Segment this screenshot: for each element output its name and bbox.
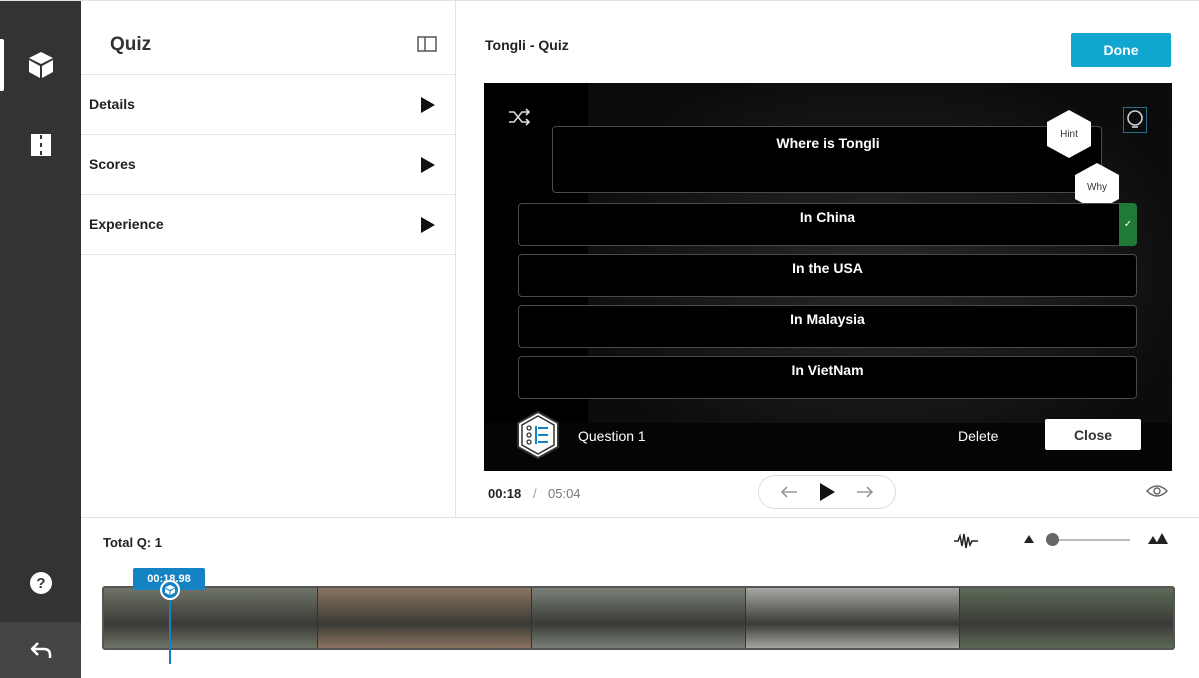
zoom-out-icon[interactable]: [1023, 534, 1035, 544]
rail-item-chapters[interactable]: [0, 115, 81, 175]
playback-controls: [758, 475, 896, 509]
answer-text: In China: [799, 209, 856, 225]
cube-icon: [28, 52, 53, 78]
answer-option[interactable]: In Malaysia: [518, 305, 1137, 348]
answer-text: In Malaysia: [790, 311, 865, 327]
panel-toggle-icon[interactable]: [417, 36, 437, 52]
panel-row-label: Experience: [89, 216, 164, 232]
previous-arrow-icon[interactable]: [779, 485, 799, 499]
playhead-line[interactable]: [169, 590, 171, 664]
total-questions-label: Total Q: 1: [103, 535, 162, 550]
play-icon[interactable]: [818, 482, 836, 502]
undo-arrow-icon: [30, 642, 51, 658]
left-rail: ?: [0, 1, 81, 678]
timeline-panel: Total Q: 1 00:18.98: [81, 517, 1199, 678]
thumbnail-frame: [745, 588, 959, 648]
answer-option[interactable]: In the USA: [518, 254, 1137, 297]
question-text: Where is Tongli: [776, 135, 880, 151]
rail-item-interactions[interactable]: [0, 35, 81, 95]
document-title: Tongli - Quiz: [485, 37, 569, 53]
rail-item-help[interactable]: ?: [0, 553, 81, 613]
chapters-icon: [30, 134, 51, 156]
question-number-label: Question 1: [578, 428, 646, 444]
panel-row-label: Scores: [89, 156, 136, 172]
answer-text: In VietNam: [791, 362, 864, 378]
time-separator: /: [533, 486, 537, 501]
current-time: 00:18: [488, 486, 522, 501]
done-button[interactable]: Done: [1071, 33, 1171, 67]
zoom-slider[interactable]: [1046, 533, 1130, 546]
panel-header: Quiz: [81, 1, 455, 75]
expand-arrow-icon: [421, 157, 435, 173]
panel-row-details[interactable]: Details: [81, 75, 455, 135]
cube-icon: [165, 585, 175, 595]
next-arrow-icon[interactable]: [855, 485, 875, 499]
question-list-icon: [517, 411, 559, 459]
panel-row-experience[interactable]: Experience: [81, 195, 455, 255]
zoom-in-icon[interactable]: [1147, 532, 1169, 546]
main-area: Tongli - Quiz Done Where is Tongli Hint …: [456, 1, 1199, 517]
preview-eye-icon[interactable]: [1146, 483, 1168, 499]
panel-title: Quiz: [110, 34, 152, 55]
panel-row-scores[interactable]: Scores: [81, 135, 455, 195]
thumbnail-frame: [531, 588, 745, 648]
app-window: ? Quiz Details Scores Experience Tongli …: [0, 0, 1199, 678]
thumbnail-frame: [959, 588, 1173, 648]
back-button[interactable]: [0, 622, 81, 678]
svg-text:?: ?: [36, 575, 45, 592]
waveform-icon[interactable]: [953, 532, 979, 550]
thumbnail-frame: [317, 588, 531, 648]
expand-arrow-icon: [421, 97, 435, 113]
panel-row-label: Details: [89, 96, 135, 112]
answer-text: In the USA: [792, 260, 863, 276]
answer-option[interactable]: In VietNam: [518, 356, 1137, 399]
video-thumbnail-strip[interactable]: [102, 586, 1175, 650]
delete-button[interactable]: Delete: [958, 428, 998, 444]
correct-check-icon[interactable]: ✓: [1119, 203, 1137, 246]
lightbulb-icon[interactable]: [1123, 107, 1147, 133]
answer-option[interactable]: In China ✓: [518, 203, 1137, 246]
video-stage: Where is Tongli Hint Why In China ✓ In t…: [484, 83, 1172, 471]
zoom-slider-knob[interactable]: [1046, 533, 1059, 546]
help-icon: ?: [29, 572, 52, 594]
total-time: 05:04: [548, 486, 581, 501]
quiz-marker-cube-icon[interactable]: [160, 580, 180, 600]
close-button[interactable]: Close: [1045, 419, 1141, 450]
thumbnail-frame: [104, 588, 317, 648]
question-box[interactable]: Where is Tongli: [552, 126, 1102, 193]
shuffle-icon[interactable]: [508, 108, 532, 126]
settings-panel: Quiz Details Scores Experience: [81, 1, 456, 517]
expand-arrow-icon: [421, 217, 435, 233]
